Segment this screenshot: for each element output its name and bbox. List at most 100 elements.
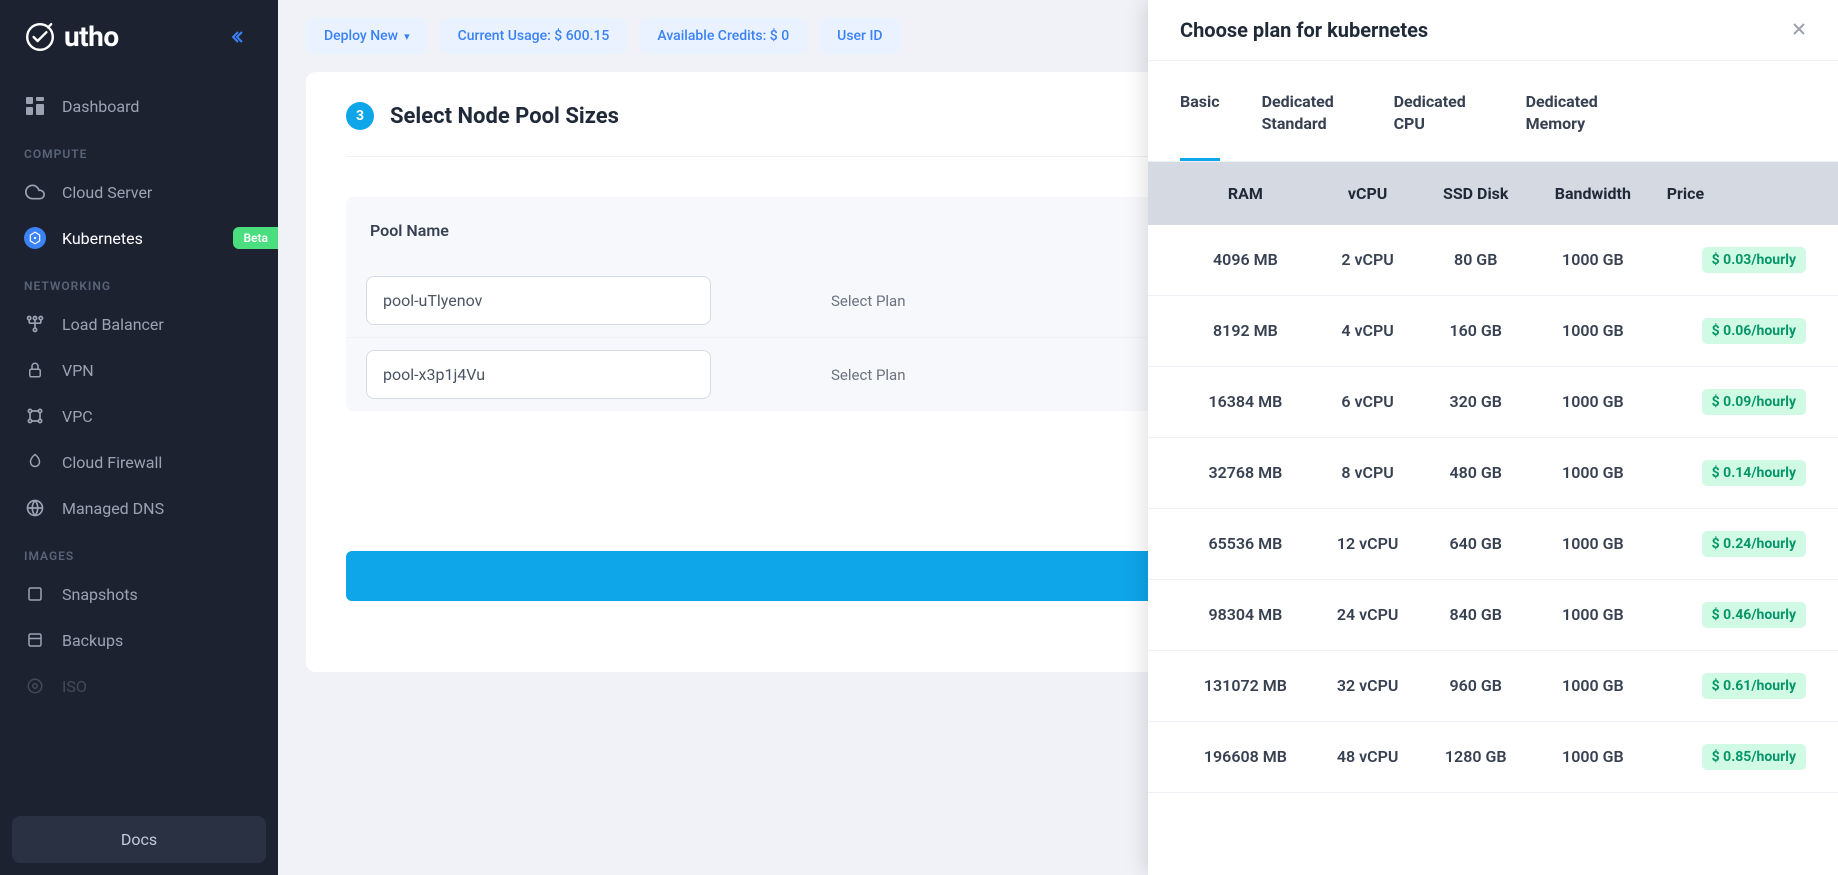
col-price: Price <box>1655 162 1838 225</box>
sidebar-item-snapshots[interactable]: Snapshots <box>0 571 278 617</box>
chevron-left-icon <box>232 29 248 45</box>
deploy-new-button[interactable]: Deploy New ▾ <box>306 18 428 54</box>
table-row[interactable]: 16384 MB 6 vCPU 320 GB 1000 GB $ 0.09/ho… <box>1148 366 1838 437</box>
cell-ram: 196608 MB <box>1148 721 1315 792</box>
price-badge: $ 0.14/hourly <box>1702 460 1806 486</box>
sidebar-item-cloud-firewall[interactable]: Cloud Firewall <box>0 439 278 485</box>
docs-button[interactable]: Docs <box>12 816 266 863</box>
col-ram: RAM <box>1148 162 1315 225</box>
table-row[interactable]: 8192 MB 4 vCPU 160 GB 1000 GB $ 0.06/hou… <box>1148 295 1838 366</box>
cell-bandwidth: 1000 GB <box>1531 650 1655 721</box>
cell-price: $ 0.46/hourly <box>1655 579 1838 650</box>
cell-vcpu: 32 vCPU <box>1315 650 1421 721</box>
tab-dedicated-memory[interactable]: Dedicated Memory <box>1526 61 1616 161</box>
cell-bandwidth: 1000 GB <box>1531 579 1655 650</box>
cell-bandwidth: 1000 GB <box>1531 721 1655 792</box>
sidebar-item-iso[interactable]: ISO <box>0 663 278 709</box>
pool-name-input[interactable] <box>366 276 711 325</box>
sidebar-item-label: Cloud Firewall <box>62 453 162 472</box>
cell-bandwidth: 1000 GB <box>1531 295 1655 366</box>
price-badge: $ 0.03/hourly <box>1702 247 1806 273</box>
cell-ram: 8192 MB <box>1148 295 1315 366</box>
sidebar-item-load-balancer[interactable]: Load Balancer <box>0 301 278 347</box>
backup-icon <box>24 629 46 651</box>
sidebar-item-label: Dashboard <box>62 97 139 116</box>
sidebar-item-vpc[interactable]: VPC <box>0 393 278 439</box>
cell-vcpu: 2 vCPU <box>1315 225 1421 296</box>
sidebar-item-vpn[interactable]: VPN <box>0 347 278 393</box>
select-plan-label[interactable]: Select Plan <box>831 366 906 384</box>
nav-section-compute: COMPUTE <box>0 129 278 169</box>
beta-badge: Beta <box>233 227 278 249</box>
drawer-title: Choose plan for kubernetes <box>1180 18 1428 42</box>
cell-bandwidth: 1000 GB <box>1531 437 1655 508</box>
cell-ram: 98304 MB <box>1148 579 1315 650</box>
table-row[interactable]: 196608 MB 48 vCPU 1280 GB 1000 GB $ 0.85… <box>1148 721 1838 792</box>
cell-price: $ 0.03/hourly <box>1655 225 1838 296</box>
plan-drawer: Choose plan for kubernetes Basic Dedicat… <box>1148 0 1838 875</box>
firewall-icon <box>24 451 46 473</box>
logo[interactable]: utho <box>24 20 214 53</box>
cell-bandwidth: 1000 GB <box>1531 508 1655 579</box>
cell-vcpu: 8 vCPU <box>1315 437 1421 508</box>
close-button[interactable] <box>1792 20 1806 41</box>
price-badge: $ 0.61/hourly <box>1702 673 1806 699</box>
close-icon <box>1792 22 1806 36</box>
table-header-row: RAM vCPU SSD Disk Bandwidth Price <box>1148 162 1838 225</box>
cell-vcpu: 48 vCPU <box>1315 721 1421 792</box>
sidebar-item-label: Backups <box>62 631 123 650</box>
cell-disk: 840 GB <box>1420 579 1531 650</box>
tab-dedicated-standard[interactable]: Dedicated Standard <box>1262 61 1352 161</box>
step-number: 3 <box>346 102 374 130</box>
table-row[interactable]: 32768 MB 8 vCPU 480 GB 1000 GB $ 0.14/ho… <box>1148 437 1838 508</box>
plan-tabs: Basic Dedicated Standard Dedicated CPU D… <box>1148 61 1838 162</box>
price-badge: $ 0.85/hourly <box>1702 744 1806 770</box>
chevron-down-icon: ▾ <box>404 30 410 43</box>
price-badge: $ 0.46/hourly <box>1702 602 1806 628</box>
sidebar-item-dashboard[interactable]: Dashboard <box>0 83 278 129</box>
cell-vcpu: 24 vCPU <box>1315 579 1421 650</box>
sidebar-item-managed-dns[interactable]: Managed DNS <box>0 485 278 531</box>
cell-price: $ 0.06/hourly <box>1655 295 1838 366</box>
user-id-pill[interactable]: User ID <box>819 18 900 54</box>
cell-disk: 80 GB <box>1420 225 1531 296</box>
sidebar-item-label: Cloud Server <box>62 183 152 202</box>
cell-price: $ 0.14/hourly <box>1655 437 1838 508</box>
cell-price: $ 0.24/hourly <box>1655 508 1838 579</box>
select-plan-label[interactable]: Select Plan <box>831 292 906 310</box>
col-vcpu: vCPU <box>1315 162 1421 225</box>
tab-basic[interactable]: Basic <box>1180 61 1220 161</box>
cell-disk: 320 GB <box>1420 366 1531 437</box>
table-row[interactable]: 98304 MB 24 vCPU 840 GB 1000 GB $ 0.46/h… <box>1148 579 1838 650</box>
pool-name-input[interactable] <box>366 350 711 399</box>
current-usage-pill[interactable]: Current Usage: $ 600.15 <box>440 18 628 54</box>
sidebar-item-label: Managed DNS <box>62 499 164 518</box>
plan-table-wrap[interactable]: RAM vCPU SSD Disk Bandwidth Price 4096 M… <box>1148 162 1838 875</box>
sidebar-item-label: VPN <box>62 361 94 380</box>
table-row[interactable]: 65536 MB 12 vCPU 640 GB 1000 GB $ 0.24/h… <box>1148 508 1838 579</box>
nav-section-networking: NETWORKING <box>0 261 278 301</box>
iso-icon <box>24 675 46 697</box>
sidebar-item-label: Load Balancer <box>62 315 164 334</box>
tab-dedicated-cpu[interactable]: Dedicated CPU <box>1394 61 1484 161</box>
table-row[interactable]: 4096 MB 2 vCPU 80 GB 1000 GB $ 0.03/hour… <box>1148 225 1838 296</box>
sidebar-nav: Dashboard COMPUTE Cloud Server Kubernete… <box>0 73 278 804</box>
price-badge: $ 0.09/hourly <box>1702 389 1806 415</box>
cell-vcpu: 4 vCPU <box>1315 295 1421 366</box>
price-badge: $ 0.06/hourly <box>1702 318 1806 344</box>
available-credits-pill[interactable]: Available Credits: $ 0 <box>639 18 807 54</box>
cell-ram: 32768 MB <box>1148 437 1315 508</box>
cell-disk: 1280 GB <box>1420 721 1531 792</box>
sidebar-item-kubernetes[interactable]: Kubernetes Beta <box>0 215 278 261</box>
col-ssd: SSD Disk <box>1420 162 1531 225</box>
drawer-header: Choose plan for kubernetes <box>1148 0 1838 61</box>
sidebar-header: utho <box>0 0 278 73</box>
table-row[interactable]: 131072 MB 32 vCPU 960 GB 1000 GB $ 0.61/… <box>1148 650 1838 721</box>
cell-disk: 480 GB <box>1420 437 1531 508</box>
sidebar-collapse-button[interactable] <box>226 23 254 51</box>
sidebar-item-cloud-server[interactable]: Cloud Server <box>0 169 278 215</box>
cell-disk: 160 GB <box>1420 295 1531 366</box>
price-badge: $ 0.24/hourly <box>1702 531 1806 557</box>
sidebar-item-backups[interactable]: Backups <box>0 617 278 663</box>
cell-price: $ 0.61/hourly <box>1655 650 1838 721</box>
